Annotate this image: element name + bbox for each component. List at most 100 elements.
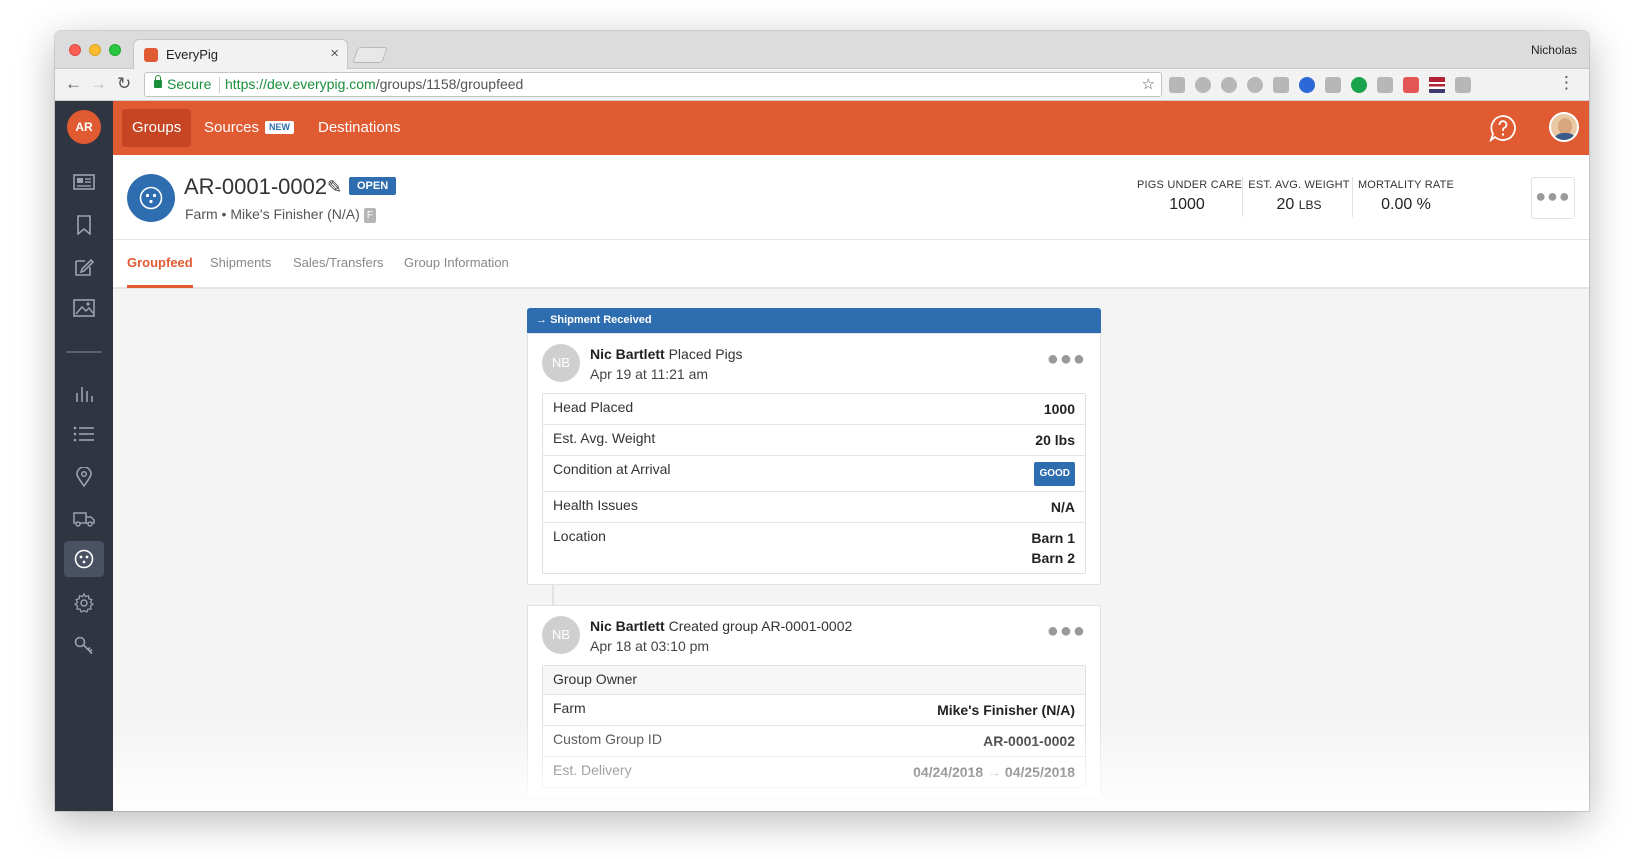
stat-divider xyxy=(1352,177,1353,217)
timeline-connector xyxy=(552,585,554,605)
location-pin-icon[interactable] xyxy=(64,459,104,495)
close-window-button[interactable] xyxy=(69,44,81,56)
row-value: N/A xyxy=(1050,499,1075,515)
fingerprint-extension-icon[interactable] xyxy=(1247,77,1263,93)
extension-icon[interactable] xyxy=(1221,77,1237,93)
card-more-options-button[interactable]: ●●● xyxy=(1047,620,1086,643)
row-label: Head Placed xyxy=(553,399,634,415)
group-farm-label: Farm • Mike's Finisher (N/A) xyxy=(185,206,360,222)
top-navigation: Groups Sources NEW Destinations xyxy=(113,101,1589,155)
browser-profile-name[interactable]: Nicholas xyxy=(1531,43,1577,57)
address-separator xyxy=(219,77,220,93)
nav-sources[interactable]: Sources NEW xyxy=(194,109,304,147)
group-avatar-icon xyxy=(127,174,175,222)
company-avatar[interactable]: AR xyxy=(67,110,101,144)
edit-checkup-icon[interactable] xyxy=(64,249,104,285)
card-header: NB Nic Bartlett Placed Pigs Apr 19 at 11… xyxy=(542,334,1086,393)
grammarly-extension-icon[interactable] xyxy=(1351,77,1367,93)
help-icon[interactable] xyxy=(1489,114,1517,147)
truck-icon[interactable] xyxy=(64,501,104,537)
analytics-icon[interactable] xyxy=(64,375,104,411)
details-table: Head Placed 1000 Est. Avg. Weight 20 lbs C… xyxy=(542,393,1086,574)
groups-icon[interactable] xyxy=(64,541,104,577)
card-author[interactable]: Nic Bartlett xyxy=(590,346,665,362)
shipment-banner-label: Shipment Received xyxy=(550,314,652,326)
card-author[interactable]: Nic Bartlett xyxy=(590,618,665,634)
user-avatar[interactable] xyxy=(1549,112,1579,142)
pdf-extension-icon[interactable] xyxy=(1403,77,1419,93)
row-label: Farm xyxy=(553,700,586,716)
card-title: Nic Bartlett Placed Pigs xyxy=(590,346,743,362)
maximize-window-button[interactable] xyxy=(109,44,121,56)
tab-group-information[interactable]: Group Information xyxy=(404,255,509,285)
forward-arrow-icon[interactable]: → xyxy=(90,75,107,93)
row-value: 20 lbs xyxy=(1035,432,1075,448)
arrow-right-icon: → xyxy=(987,764,1002,780)
avatar: NB xyxy=(542,344,580,382)
browser-menu-icon[interactable]: ⋮ xyxy=(1558,73,1575,93)
back-arrow-icon[interactable]: ← xyxy=(65,75,82,93)
row-label: Custom Group ID xyxy=(553,731,662,747)
row-value: Mike's Finisher (N/A) xyxy=(937,702,1075,718)
nav-sources-label: Sources xyxy=(204,119,260,136)
stat-value: 20 LBS xyxy=(1247,196,1351,214)
tab-shipments[interactable]: Shipments xyxy=(210,255,271,285)
location-barn: Barn 1 xyxy=(1031,530,1075,546)
screenshot-extension-icon[interactable] xyxy=(1377,77,1393,93)
us-flag-extension-icon[interactable] xyxy=(1429,77,1445,93)
v-extension-icon[interactable] xyxy=(1299,77,1315,93)
sidebar-divider xyxy=(66,351,102,353)
lock-icon xyxy=(154,75,162,88)
table-row: Custom Group ID AR-0001-0002 xyxy=(543,726,1085,757)
drive-extension-icon[interactable] xyxy=(1195,77,1211,93)
browser-window: EveryPig × Nicholas ← → ↻ Secure https:/… xyxy=(55,31,1589,811)
row-label: Est. Delivery xyxy=(553,762,632,778)
address-bar[interactable]: Secure https://dev.everypig.com/groups/1… xyxy=(144,72,1162,97)
group-tabs: Groupfeed Shipments Sales/Transfers Grou… xyxy=(113,240,1589,289)
bookmark-icon[interactable] xyxy=(64,207,104,243)
avatar: NB xyxy=(542,616,580,654)
group-header: AR-0001-0002 ✎ OPEN Farm • Mike's Finish… xyxy=(113,155,1589,240)
tab-close-icon[interactable]: × xyxy=(330,45,339,62)
admin-key-icon[interactable] xyxy=(64,627,104,663)
more-options-button[interactable]: ●●● xyxy=(1531,177,1575,219)
newsfeed-icon[interactable] xyxy=(64,165,104,201)
reload-icon[interactable]: ↻ xyxy=(117,75,131,93)
mail-extension-icon[interactable] xyxy=(1273,77,1289,93)
stat-divider xyxy=(1242,177,1243,217)
stat-label: PIGS UNDER CARE xyxy=(1137,179,1243,191)
browser-tab[interactable]: EveryPig × xyxy=(133,39,348,70)
list-icon[interactable] xyxy=(64,417,104,453)
bookmark-star-icon[interactable]: ☆ xyxy=(1142,73,1155,96)
pencil-edit-icon[interactable]: ✎ xyxy=(327,177,342,198)
tab-groupfeed[interactable]: Groupfeed xyxy=(127,255,193,288)
camera-extension-icon[interactable] xyxy=(1169,77,1185,93)
card-timestamp: Apr 18 at 03:10 pm xyxy=(590,638,710,654)
extension-icons xyxy=(1169,77,1471,93)
tab-sales-transfers[interactable]: Sales/Transfers xyxy=(293,255,384,285)
settings-gear-icon[interactable] xyxy=(64,585,104,621)
main-content: AR-0001-0002 ✎ OPEN Farm • Mike's Finish… xyxy=(113,155,1589,811)
url-text: https://dev.everypig.com/groups/1158/gro… xyxy=(225,73,523,96)
row-label: Health Issues xyxy=(553,497,638,513)
everypig-favicon-icon xyxy=(144,48,158,62)
card-action: Created group AR-0001-0002 xyxy=(668,618,853,634)
stat-value: 0.00 % xyxy=(1381,196,1431,213)
minimize-window-button[interactable] xyxy=(89,44,101,56)
table-row: Est. Delivery 04/24/2018 → 04/25/2018 xyxy=(543,757,1085,787)
k-extension-icon[interactable] xyxy=(1325,77,1341,93)
new-tab-button[interactable] xyxy=(352,47,388,63)
farm-type-badge: F xyxy=(363,208,376,223)
nav-destinations[interactable]: Destinations xyxy=(308,109,411,147)
row-label: Est. Avg. Weight xyxy=(553,430,656,446)
stat-number: 20 xyxy=(1276,196,1295,213)
group-feed: → Shipment Received NB Nic Bartlett Plac… xyxy=(527,308,1101,799)
url-host: https://dev.everypig.com xyxy=(225,76,376,92)
nav-groups[interactable]: Groups xyxy=(122,109,192,147)
gallery-icon[interactable] xyxy=(64,291,104,327)
delivery-from: 04/24/2018 xyxy=(913,764,984,780)
table-row: Location Barn 1 Barn 2 xyxy=(543,523,1085,573)
card-more-options-button[interactable]: ●●● xyxy=(1047,348,1086,371)
c-extension-icon[interactable] xyxy=(1455,77,1471,93)
delivery-to: 04/25/2018 xyxy=(1004,764,1075,780)
